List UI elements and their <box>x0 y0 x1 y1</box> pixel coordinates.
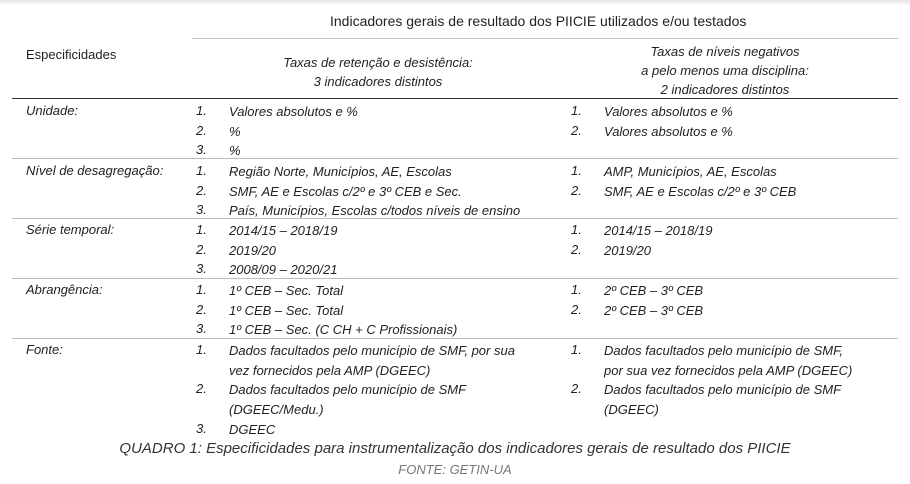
item-number: 2. <box>571 301 582 317</box>
item-number: 1. <box>196 163 207 178</box>
item-text: 2019/20 <box>229 242 276 258</box>
item-text: % <box>229 123 241 139</box>
row-label: Nível de desagregação: <box>26 163 164 178</box>
item-text: SMF, AE e Escolas c/2º e 3º CEB e Sec. <box>229 183 462 199</box>
item-number: 2. <box>196 122 207 138</box>
item-number: 2. <box>196 381 207 397</box>
table-source: FONTE: GETIN-UA <box>398 462 512 477</box>
item-text: Dados facultados pelo município de SMF <box>229 382 467 398</box>
item-number: 1. <box>196 342 207 357</box>
item-number: 1. <box>196 103 207 118</box>
item-number: 1. <box>571 222 582 237</box>
item-number: 3. <box>196 202 207 218</box>
column-header-retention: Taxas de retenção e desistência: 3 indic… <box>255 53 501 91</box>
specificities-header: Especificidades <box>26 47 117 62</box>
item-text: 1º CEB – Sec. Total <box>229 302 344 318</box>
item-text: DGEEC <box>229 421 276 437</box>
item-number: 1. <box>196 222 207 237</box>
item-text: Valores absolutos e % <box>229 104 358 119</box>
item-text: Dados facultados pelo município de SMF, <box>604 343 843 358</box>
item-text: País, Municípios, Escolas c/todos níveis… <box>229 203 521 219</box>
item-text: (DGEEC) <box>604 402 659 418</box>
item-text: Dados facultados pelo município de SMF <box>604 382 842 398</box>
item-text: 2º CEB – 3º CEB <box>604 283 704 298</box>
item-text: 1º CEB – Sec. Total <box>229 283 344 298</box>
item-number: 3. <box>196 321 207 337</box>
item-text: Valores absolutos e % <box>604 123 733 139</box>
row-label: Abrangência: <box>26 282 103 297</box>
item-number: 3. <box>196 142 207 158</box>
item-number: 3. <box>196 261 207 277</box>
item-number: 2. <box>571 381 582 397</box>
item-text: 2º CEB – 3º CEB <box>604 302 704 318</box>
item-number: 1. <box>196 282 207 297</box>
column-header-line: 3 indicadores distintos <box>313 74 443 89</box>
column-header-line: Taxas de retenção e desistência: <box>283 55 473 70</box>
item-number: 1. <box>571 163 582 178</box>
item-text: (DGEEC/Medu.) <box>229 402 324 418</box>
item-text: 2014/15 – 2018/19 <box>229 223 338 238</box>
header-bottom-rule <box>12 98 898 99</box>
column-header-negative-levels: Taxas de níveis negativos a pelo menos u… <box>608 42 842 99</box>
item-number: 2. <box>571 241 582 257</box>
row-label: Fonte: <box>26 342 63 357</box>
column-header-line: Taxas de níveis negativos <box>650 44 800 59</box>
row-divider <box>12 278 898 279</box>
item-text: 2014/15 – 2018/19 <box>604 223 713 238</box>
item-number: 1. <box>571 342 582 357</box>
item-number: 1. <box>571 103 582 118</box>
item-text: Dados facultados pelo município de SMF, … <box>229 343 515 358</box>
row-label: Unidade: <box>26 103 79 118</box>
item-text: vez fornecidos pela AMP (DGEEC) <box>229 362 431 378</box>
item-text: Região Norte, Municípios, AE, Escolas <box>229 164 452 179</box>
item-text: Valores absolutos e % <box>604 104 733 119</box>
item-text: 2008/09 – 2020/21 <box>229 262 338 278</box>
item-text: AMP, Municípios, AE, Escolas <box>604 164 777 179</box>
column-header-line: a pelo menos uma disciplina: <box>641 63 809 78</box>
table-caption: QUADRO 1: Especificidades para instrumen… <box>119 440 791 457</box>
item-text: % <box>229 143 241 159</box>
item-number: 2. <box>196 241 207 257</box>
item-number: 3. <box>196 420 207 436</box>
item-number: 2. <box>571 182 582 198</box>
header-divider <box>192 38 898 39</box>
column-header-line: 2 indicadores distintos <box>660 82 790 97</box>
top-shade <box>0 0 910 6</box>
item-number: 2. <box>196 182 207 198</box>
row-label: Série temporal: <box>26 222 115 237</box>
item-text: SMF, AE e Escolas c/2º e 3º CEB <box>604 183 797 199</box>
row-divider <box>12 158 898 159</box>
item-text: 1º CEB – Sec. (C CH + C Profissionais) <box>229 322 458 338</box>
item-number: 2. <box>571 122 582 138</box>
item-text: 2019/20 <box>604 242 651 258</box>
item-number: 2. <box>196 301 207 317</box>
item-number: 1. <box>571 282 582 297</box>
item-text: por sua vez fornecidos pela AMP (DGEEC) <box>604 362 853 378</box>
table-main-header: Indicadores gerais de resultado dos PIIC… <box>330 13 747 29</box>
